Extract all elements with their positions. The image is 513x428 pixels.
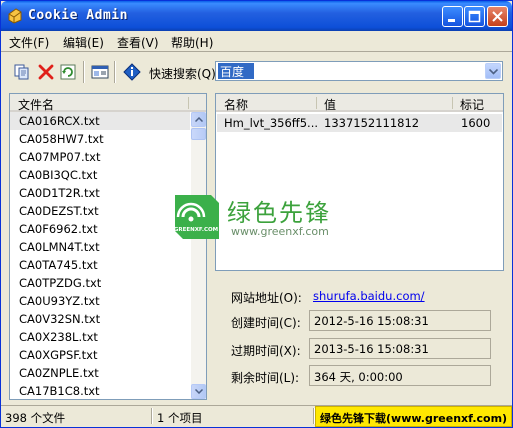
list-item[interactable]: CA0D1T2R.txt (10, 184, 190, 202)
copy-icon[interactable] (13, 63, 31, 81)
menu-bar: 文件(F) 编辑(E) 查看(V) 帮助(H) (1, 31, 512, 51)
cookie-app-icon (8, 8, 22, 24)
column-divider (452, 97, 453, 109)
column-value[interactable]: 值 (324, 96, 336, 113)
created-time-field[interactable]: 2012-5-16 15:08:31 (309, 310, 491, 331)
created-time-label: 创建时间(C): (231, 316, 301, 330)
list-item[interactable]: CA016RCX.txt (10, 112, 190, 130)
remaining-time-field[interactable]: 364 天, 0:00:00 (309, 365, 491, 386)
greenxf-logo-text: GREENXF.COM (174, 227, 218, 233)
table-row[interactable]: Hm_lvt_356ff5... 1337152111812 1600 (217, 114, 502, 132)
window-title: Cookie Admin (28, 8, 128, 23)
list-item[interactable]: CA0ZNPLE.txt (10, 364, 190, 382)
list-item[interactable]: CA0LMN4T.txt (10, 238, 190, 256)
list-item[interactable]: CA0TA745.txt (10, 256, 190, 274)
column-divider (316, 97, 317, 109)
delete-icon[interactable] (37, 63, 55, 81)
list-item[interactable]: CA0XGPSF.txt (10, 346, 190, 364)
combobox-dropdown-button[interactable] (485, 63, 501, 79)
cookie-value-cell: 1337152111812 (324, 116, 420, 130)
file-rows: CA016RCX.txt CA058HW7.txt CA07MP07.txt C… (10, 112, 190, 399)
chevron-down-icon (195, 389, 203, 394)
menu-view[interactable]: 查看(V) (117, 34, 159, 51)
list-item[interactable]: CA0X238L.txt (10, 328, 190, 346)
site-address-label: 网站地址(O): (231, 291, 302, 305)
menu-divider (1, 51, 512, 52)
item-count-status: 1 个项目 (157, 411, 203, 425)
properties-icon[interactable] (91, 63, 109, 81)
list-item[interactable]: CA07MP07.txt (10, 148, 190, 166)
refresh-icon[interactable] (59, 63, 77, 81)
column-divider (188, 97, 189, 109)
close-button[interactable] (487, 6, 508, 27)
cookie-list-header: 名称 值 标记 (216, 94, 503, 112)
minimize-icon (448, 19, 455, 22)
maximize-icon (468, 10, 481, 23)
status-divider (151, 408, 153, 424)
list-item[interactable]: CA0V32SN.txt (10, 310, 190, 328)
toolbar-separator (114, 61, 116, 83)
greenxf-watermark: GREENXF.COM 绿色先锋 www.greenxf.com (171, 193, 351, 243)
title-bar[interactable]: Cookie Admin (1, 1, 512, 31)
banner-text: 绿色先锋下载(www.greenxf.com) (320, 412, 508, 425)
list-item[interactable]: CA0DEZST.txt (10, 202, 190, 220)
list-item[interactable]: CA0TPZDG.txt (10, 274, 190, 292)
expires-time-label: 过期时间(X): (231, 344, 301, 358)
minimize-button[interactable] (442, 6, 463, 27)
list-item[interactable]: CA17B1C8.txt (10, 382, 190, 399)
column-mark[interactable]: 标记 (460, 96, 484, 113)
file-list-scrollbar[interactable] (191, 112, 206, 399)
cookie-entries-list[interactable]: 名称 值 标记 Hm_lvt_356ff5... 1337152111812 1… (215, 93, 504, 271)
expires-time-field[interactable]: 2013-5-16 15:08:31 (309, 338, 491, 359)
quick-search-input[interactable] (218, 63, 254, 79)
list-item[interactable]: CA0BI3QC.txt (10, 166, 190, 184)
menu-edit[interactable]: 编辑(E) (63, 34, 104, 51)
scroll-down-button[interactable] (191, 384, 206, 399)
scroll-thumb[interactable] (191, 128, 206, 140)
maximize-button[interactable] (464, 6, 485, 27)
column-name[interactable]: 名称 (224, 96, 248, 113)
app-window: Cookie Admin 文件(F) 编辑(E) 查看(V) 帮助(H) 快速搜… (0, 0, 513, 428)
column-filename[interactable]: 文件名 (18, 96, 54, 113)
file-list-header[interactable]: 文件名 (10, 94, 206, 112)
watermark-url: www.greenxf.com (231, 225, 329, 238)
chevron-down-icon (489, 69, 498, 75)
info-icon[interactable] (123, 63, 141, 81)
toolbar-separator (83, 61, 85, 83)
quick-search-combobox[interactable] (215, 61, 503, 81)
list-item[interactable]: CA0U93YZ.txt (10, 292, 190, 310)
menu-file[interactable]: 文件(F) (9, 34, 49, 51)
remaining-time-label: 剩余时间(L): (231, 371, 300, 385)
file-count-status: 398 个文件 (5, 411, 66, 425)
watermark-title: 绿色先锋 (227, 199, 331, 227)
greenxf-logo: GREENXF.COM (174, 195, 219, 239)
scroll-up-button[interactable] (191, 112, 206, 127)
close-icon (492, 11, 503, 22)
cookie-file-list[interactable]: 文件名 CA016RCX.txt CA058HW7.txt CA07MP07.t… (9, 93, 207, 400)
cookie-name-cell: Hm_lvt_356ff5... (224, 116, 319, 130)
quick-search-label: 快速搜索(Q) (149, 67, 216, 81)
cookie-mark-cell: 1600 (461, 116, 491, 130)
menu-help[interactable]: 帮助(H) (171, 34, 213, 51)
chevron-up-icon (195, 117, 203, 122)
list-item[interactable]: CA058HW7.txt (10, 130, 190, 148)
download-site-banner: 绿色先锋下载(www.greenxf.com) (315, 406, 512, 427)
list-item[interactable]: CA0F6962.txt (10, 220, 190, 238)
site-address-link[interactable]: shurufa.baidu.com/ (313, 289, 425, 303)
